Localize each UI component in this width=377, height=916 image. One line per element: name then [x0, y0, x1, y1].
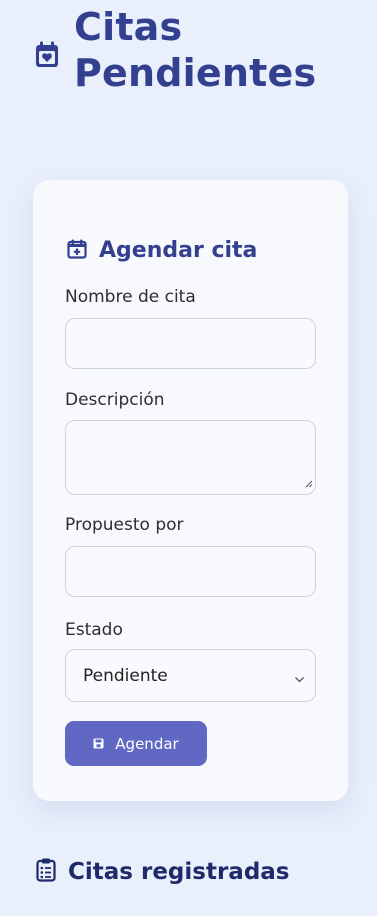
proposed-by-input[interactable] [65, 546, 316, 597]
chevron-down-icon [294, 670, 305, 690]
appointment-name-input[interactable] [65, 318, 316, 369]
form-title: Agendar cita [99, 238, 258, 263]
registered-appointments-title: Citas registradas [68, 859, 290, 885]
proposed-by-label: Propuesto por [65, 515, 184, 535]
page-title-line-1: Citas [74, 5, 183, 49]
form-heading: Agendar cita [67, 238, 257, 263]
save-icon [93, 735, 104, 753]
calendar-plus-icon [67, 239, 87, 263]
schedule-button[interactable]: Agendar [65, 721, 207, 766]
page-title-line-2: Pendientes [74, 51, 317, 95]
status-select-value: Pendiente [83, 665, 168, 686]
schedule-button-label: Agendar [115, 734, 179, 753]
registered-appointments-heading: Citas registradas [36, 858, 290, 886]
appointment-form-card: Agendar cita Nombre de cita Descripción … [33, 180, 348, 801]
status-select[interactable]: Pendiente [65, 649, 316, 702]
resize-grip-icon[interactable] [305, 473, 313, 492]
calendar-heart-icon [34, 41, 60, 73]
page-title: Citas Pendientes [74, 4, 316, 96]
description-textarea[interactable] [65, 420, 316, 495]
page-header: Citas Pendientes [34, 4, 316, 96]
appointment-name-label: Nombre de cita [65, 287, 196, 307]
clipboard-list-icon [36, 858, 56, 886]
description-label: Descripción [65, 390, 165, 410]
status-label: Estado [65, 620, 123, 640]
